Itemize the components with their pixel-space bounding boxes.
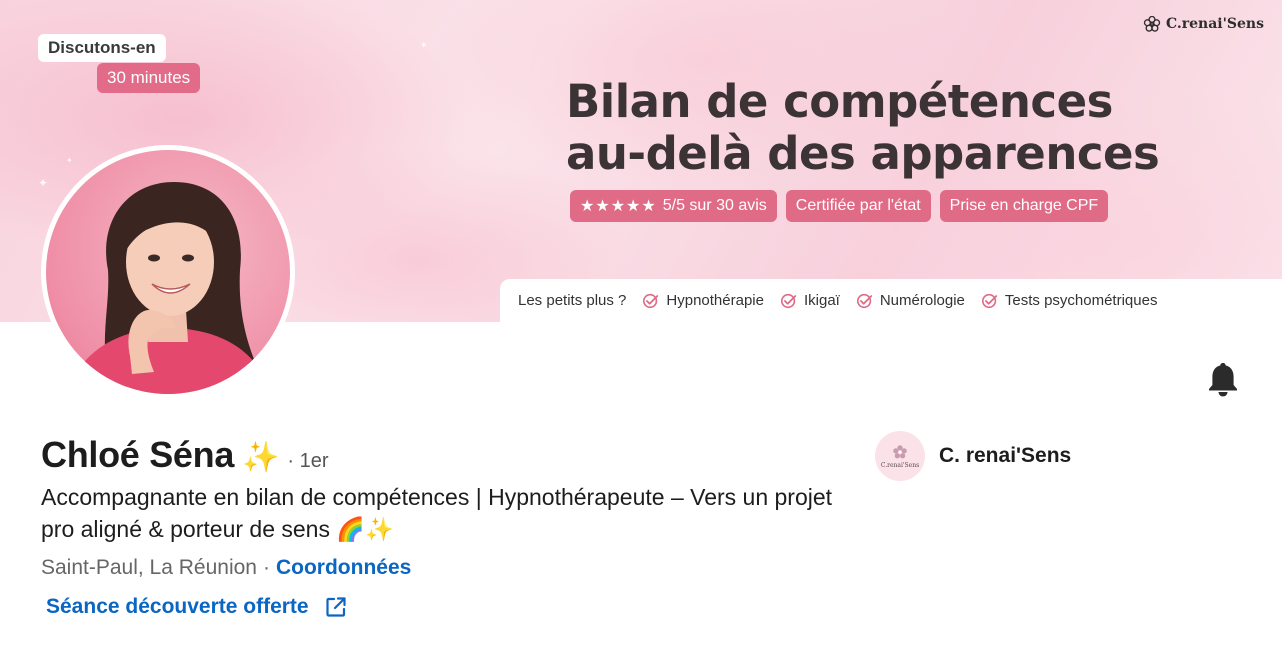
extra-item-label: Hypnothérapie bbox=[666, 292, 764, 309]
sparkle-icon: ✦ bbox=[38, 176, 49, 190]
banner-pills: ★★★★★ 5/5 sur 30 avis Certifiée par l'ét… bbox=[570, 190, 1109, 222]
extra-item-label: Tests psychométriques bbox=[1004, 292, 1158, 309]
cpf-pill: Prise en charge CPF bbox=[939, 190, 1109, 222]
bell-icon[interactable] bbox=[1206, 361, 1240, 397]
extras-label: Les petits plus ? bbox=[518, 292, 627, 309]
extra-item: Tests psychométriques bbox=[981, 292, 1158, 310]
check-circle-icon bbox=[643, 293, 659, 308]
profile-name-row: Chloé Séna ✨ · 1er bbox=[41, 434, 329, 476]
flower-icon bbox=[893, 445, 907, 459]
website-link-label[interactable]: Séance découverte offerte bbox=[46, 595, 309, 619]
flower-icon bbox=[1143, 15, 1161, 32]
banner-brand-logo: C.renai'Sens bbox=[1142, 14, 1264, 34]
check-circle-icon bbox=[981, 293, 998, 308]
sparkle-icon: ✦ bbox=[420, 40, 428, 50]
extra-item: Ikigaï bbox=[780, 292, 840, 310]
rating-text: 5/5 sur 30 avis bbox=[662, 197, 767, 214]
rating-pill: ★★★★★ 5/5 sur 30 avis bbox=[570, 190, 777, 222]
banner-headline-line1: Bilan de compétences bbox=[566, 75, 1113, 128]
extra-item-label: Numérologie bbox=[879, 292, 965, 309]
company-logo: C.renai'Sens bbox=[875, 431, 925, 481]
banner-brand-name: C.renai'Sens bbox=[1166, 16, 1264, 32]
profile-name: Chloé Séna bbox=[41, 434, 235, 475]
profile-card: ✦ ✦ ✦ C.renai'Sens Discutons-en 30 minut… bbox=[0, 0, 1282, 658]
avatar-portrait bbox=[66, 182, 272, 394]
profile-location-row: Saint-Paul, La Réunion · Coordonnées bbox=[41, 556, 411, 580]
profile-headline: Accompagnante en bilan de compétences | … bbox=[41, 484, 833, 542]
star-icon: ★★★★★ bbox=[580, 198, 657, 215]
extra-item-label: Ikigaï bbox=[803, 292, 840, 309]
contact-info-link[interactable]: Coordonnées bbox=[276, 556, 411, 580]
sparkle-icon: ✦ bbox=[66, 156, 73, 165]
website-link[interactable]: Séance découverte offerte bbox=[46, 595, 347, 619]
location-separator: · bbox=[262, 556, 270, 579]
certified-pill: Certifiée par l'état bbox=[785, 190, 931, 222]
extra-item: Numérologie bbox=[856, 292, 965, 310]
banner-extras: Les petits plus ? Hypnothérapie Ikigaï N… bbox=[500, 279, 1282, 322]
external-link-icon[interactable] bbox=[325, 596, 347, 618]
profile-avatar[interactable] bbox=[41, 145, 295, 399]
current-company[interactable]: C.renai'Sens C. renai'Sens bbox=[875, 431, 1071, 481]
banner-headline-line2: au-delà des apparences bbox=[566, 127, 1160, 180]
banner-tag-duration: 30 minutes bbox=[97, 63, 201, 93]
banner-tag-discuss: Discutons-en bbox=[38, 34, 166, 62]
check-circle-icon bbox=[856, 293, 873, 308]
check-circle-icon bbox=[780, 293, 797, 308]
banner-headline: Bilan de compétences au-delà des apparen… bbox=[566, 75, 1160, 180]
company-logo-text: C.renai'Sens bbox=[880, 462, 920, 469]
extra-item: Hypnothérapie bbox=[642, 292, 764, 310]
company-name[interactable]: C. renai'Sens bbox=[939, 444, 1071, 468]
connection-degree: · 1er bbox=[287, 450, 329, 472]
sparkles-icon: ✨ bbox=[242, 441, 280, 474]
avatar-photo bbox=[46, 150, 290, 394]
profile-location: Saint-Paul, La Réunion bbox=[41, 556, 257, 579]
